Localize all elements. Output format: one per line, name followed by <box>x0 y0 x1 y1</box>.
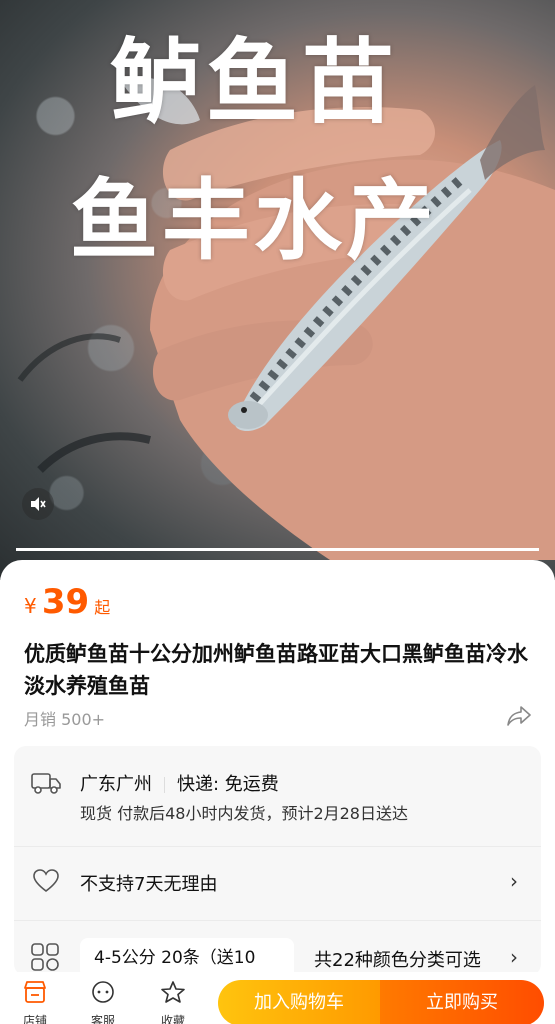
chat-bubble-icon <box>92 981 114 1003</box>
product-page: 鲈鱼苗 鱼丰水产 ¥ 39 起 优质鲈鱼苗十公分加州鲈鱼苗路亚苗大口黑鲈鱼苗冷水… <box>0 0 555 1024</box>
customer-service-button[interactable]: 客服 <box>78 980 128 1024</box>
return-policy[interactable]: 不支持7天无理由 <box>80 870 217 896</box>
separator <box>164 777 165 793</box>
product-video[interactable]: 鲈鱼苗 鱼丰水产 <box>0 0 555 580</box>
store-icon <box>24 981 46 1003</box>
favorite-button[interactable]: 收藏 <box>148 980 198 1024</box>
monthly-sales: 月销 500+ <box>24 710 106 729</box>
add-to-cart-button[interactable]: 加入购物车 <box>218 980 380 1024</box>
star-icon <box>161 981 185 1003</box>
shipping-method: 快递: 免运费 <box>177 774 279 795</box>
favorite-label: 收藏 <box>160 1014 185 1024</box>
divider <box>14 920 541 921</box>
video-overlay-title: 鲈鱼苗 <box>110 29 399 136</box>
share-icon <box>507 706 531 726</box>
price: ¥ 39 起 <box>24 582 110 622</box>
chevron-right-icon[interactable]: › <box>510 869 518 893</box>
currency-symbol: ¥ <box>24 594 37 618</box>
share-button[interactable] <box>506 705 532 731</box>
mute-button[interactable] <box>22 488 54 520</box>
returns-icon-wrap <box>32 868 60 898</box>
price-value: 39 <box>41 582 90 622</box>
buy-now-button[interactable]: 立即购买 <box>380 980 544 1024</box>
shipping-icon-wrap <box>30 770 62 800</box>
sku-options-summary[interactable]: 共22种颜色分类可选 <box>314 946 481 972</box>
shop-button[interactable]: 店铺 <box>10 980 60 1024</box>
shipping-detail: 现货 付款后48小时内发货，预计2月28日送达 <box>80 804 408 823</box>
video-progress-fill <box>16 548 539 551</box>
divider <box>14 846 541 847</box>
price-suffix: 起 <box>94 598 111 617</box>
service-label: 客服 <box>90 1014 115 1024</box>
heart-icon <box>33 869 59 893</box>
shipping-summary[interactable]: 广东广州 快递: 免运费 <box>80 770 279 796</box>
sku-icon-wrap <box>30 942 60 976</box>
video-overlay-subtitle: 鱼丰水产 <box>70 169 439 272</box>
shop-label: 店铺 <box>22 1014 47 1024</box>
shipping-origin: 广东广州 <box>80 774 152 795</box>
speaker-muted-icon <box>31 497 46 511</box>
grid-icon <box>31 943 59 971</box>
truck-icon <box>31 773 61 794</box>
product-title: 优质鲈鱼苗十公分加州鲈鱼苗路亚苗大口黑鲈鱼苗冷水淡水养殖鱼苗 <box>24 642 528 698</box>
chevron-right-icon[interactable]: › <box>510 945 518 969</box>
video-progress-bar[interactable] <box>16 548 539 551</box>
